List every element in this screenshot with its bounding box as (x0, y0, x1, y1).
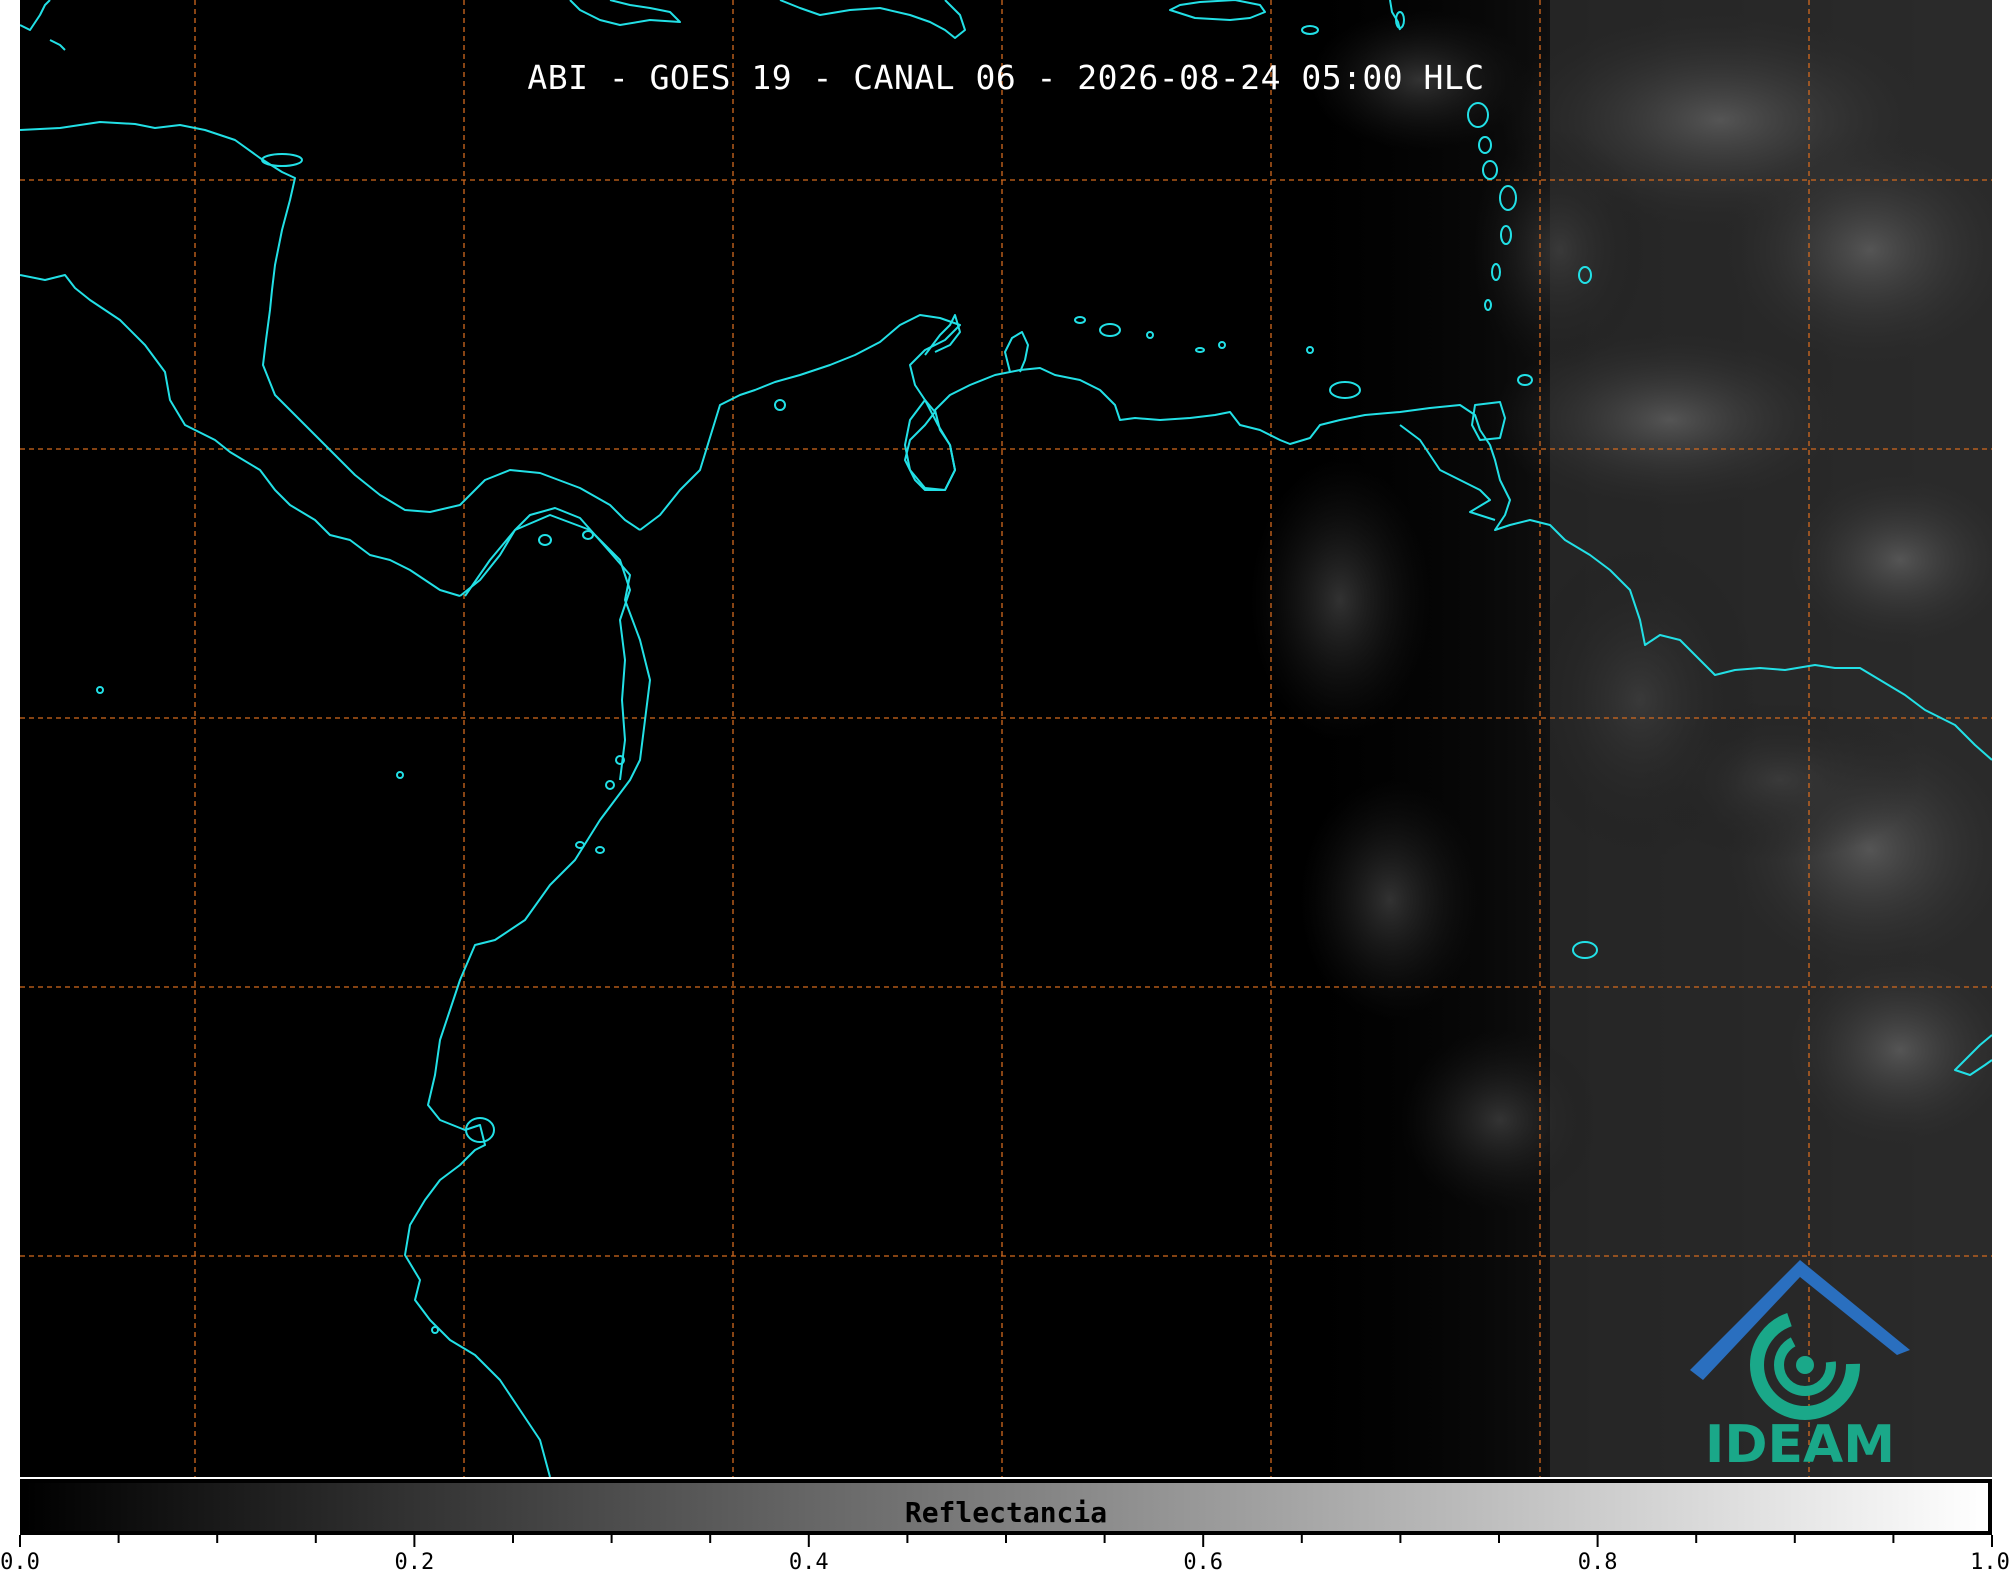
colorbar-tick-label: 1.0 (1970, 1550, 2010, 1575)
colorbar: Reflectancia (20, 1479, 1992, 1535)
coastline-yucatan (20, 121, 641, 531)
coastline-puerto-rico (1169, 0, 1266, 21)
coastline-isthmus-pacific (464, 514, 631, 781)
image-title: ABI - GOES 19 - CANAL 06 - 2026-08-24 05… (527, 58, 1485, 97)
colorbar-label: Reflectancia (904, 1496, 1108, 1529)
colorbar-tick-label: 0.0 (0, 1550, 40, 1575)
coastline-guajira (924, 314, 961, 356)
colorbar-tick-label: 0.8 (1577, 1550, 1618, 1575)
colorbar-tick-label: 0.2 (394, 1550, 435, 1575)
coastline-paraguana (1004, 331, 1029, 373)
colorbar-tick-label: 0.6 (1183, 1550, 1224, 1575)
ideam-logo-mark (1690, 1260, 1910, 1420)
ideam-logo: IDEAM (1685, 1255, 1915, 1475)
coastline-mexico-pacific (20, 274, 461, 597)
coastline-hispaniola (779, 0, 966, 39)
logo-text: IDEAM (1704, 1415, 1896, 1475)
coastline-central-america (404, 507, 651, 1477)
satellite-image-panel: ABI - GOES 19 - CANAL 06 - 2026-08-24 05… (20, 0, 1992, 1477)
colorbar-tick-label: 0.4 (788, 1550, 829, 1575)
coastline-cuba (569, 0, 681, 26)
